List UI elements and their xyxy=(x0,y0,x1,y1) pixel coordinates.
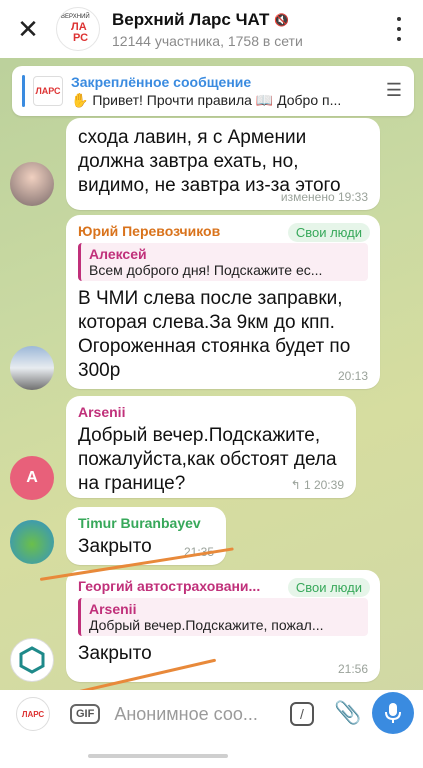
gif-button[interactable]: GIF xyxy=(70,704,101,724)
chat-title-block[interactable]: Верхний Ларс ЧАТ 🔇 12144 участника, 1758… xyxy=(112,10,303,49)
close-icon: ✕ xyxy=(17,13,39,44)
message-text: В ЧМИ слева после заправки, которая слев… xyxy=(78,288,351,381)
command-icon[interactable]: / xyxy=(290,702,314,726)
attach-icon[interactable]: 📎 xyxy=(334,700,361,726)
message-bubble[interactable]: схода лавин, я с Армении должна завтра е… xyxy=(66,118,380,210)
message-bubble[interactable]: Юрий Перевозчиков Свои люди Алексей Всем… xyxy=(66,215,380,389)
avatar[interactable] xyxy=(10,520,54,564)
pinned-title: Закреплённое сообщение xyxy=(71,73,252,90)
mute-icon: 🔇 xyxy=(274,12,290,27)
message-input[interactable]: Анонимное соо... xyxy=(114,704,284,725)
microphone-button[interactable] xyxy=(372,692,414,734)
message-sender[interactable]: Timur Buranbayev xyxy=(78,515,214,531)
avatar-letter: A xyxy=(26,469,38,486)
pinned-accent-bar xyxy=(22,75,25,107)
logo-text-bottom: РС xyxy=(73,32,89,44)
sender-tag: Свои люди xyxy=(287,578,370,597)
brand-logo-icon xyxy=(19,646,45,674)
reply-text: Добрый вечер.Подскажите, пожал... xyxy=(89,617,324,633)
logo-text-top: ВЕРХНИЙ xyxy=(61,14,90,20)
microphone-icon xyxy=(385,703,401,723)
message-time: 21:56 xyxy=(337,662,368,676)
reply-quote[interactable]: Arsenii Добрый вечер.Подскажите, пожал..… xyxy=(78,598,368,636)
message-time: 20:13 xyxy=(337,369,368,383)
message-time: ↰ 1 20:39 xyxy=(290,478,344,492)
avatar[interactable] xyxy=(10,162,54,206)
message-bubble[interactable]: Timur Buranbayev Закрыто 21:35 xyxy=(66,507,226,565)
pinned-thumbnail: ЛАРС xyxy=(33,76,63,106)
message-time: изменено 19:33 xyxy=(280,190,368,204)
chat-avatar[interactable]: ВЕРХНИЙ ЛА РС xyxy=(56,7,100,51)
chat-title: Верхний Ларс ЧАТ xyxy=(112,9,270,29)
reply-sender: Arsenii xyxy=(89,601,137,617)
close-button[interactable]: ✕ xyxy=(0,0,56,58)
message-sender[interactable]: Arsenii xyxy=(78,404,344,420)
send-as-avatar[interactable]: ЛАРС xyxy=(16,697,50,731)
bottom-safe-area xyxy=(0,738,423,768)
pinned-list-icon[interactable]: ☰ xyxy=(386,80,402,101)
message-text: схода лавин, я с Армении должна завтра е… xyxy=(78,127,341,196)
message-bubble[interactable]: Arsenii Добрый вечер.Подскажите, пожалуй… xyxy=(66,396,356,498)
reply-text: Всем доброго дня! Подскажите ес... xyxy=(89,262,323,278)
message-text: Закрыто xyxy=(78,643,152,664)
more-menu-icon[interactable] xyxy=(387,14,411,44)
home-indicator[interactable] xyxy=(88,754,228,758)
avatar[interactable]: A xyxy=(10,456,54,500)
chat-subtitle: 12144 участника, 1758 в сети xyxy=(112,32,303,49)
chat-header: ✕ ВЕРХНИЙ ЛА РС Верхний Ларс ЧАТ 🔇 12144… xyxy=(0,0,423,58)
reply-sender: Алексей xyxy=(89,246,147,262)
avatar[interactable] xyxy=(10,346,54,390)
reply-quote[interactable]: Алексей Всем доброго дня! Подскажите ес.… xyxy=(78,243,368,281)
pinned-preview: ✋ Привет! Прочти правила 📖 Добро п... xyxy=(71,91,342,108)
message-input-bar: ЛАРС GIF Анонимное соо... / 📎 xyxy=(0,690,423,738)
sender-tag: Свои люди xyxy=(287,223,370,242)
message-bubble[interactable]: Георгий автостраховани... Свои люди Arse… xyxy=(66,570,380,682)
avatar[interactable] xyxy=(10,638,54,682)
pinned-message-bar[interactable]: ЛАРС Закреплённое сообщение ✋ Привет! Пр… xyxy=(12,66,414,116)
